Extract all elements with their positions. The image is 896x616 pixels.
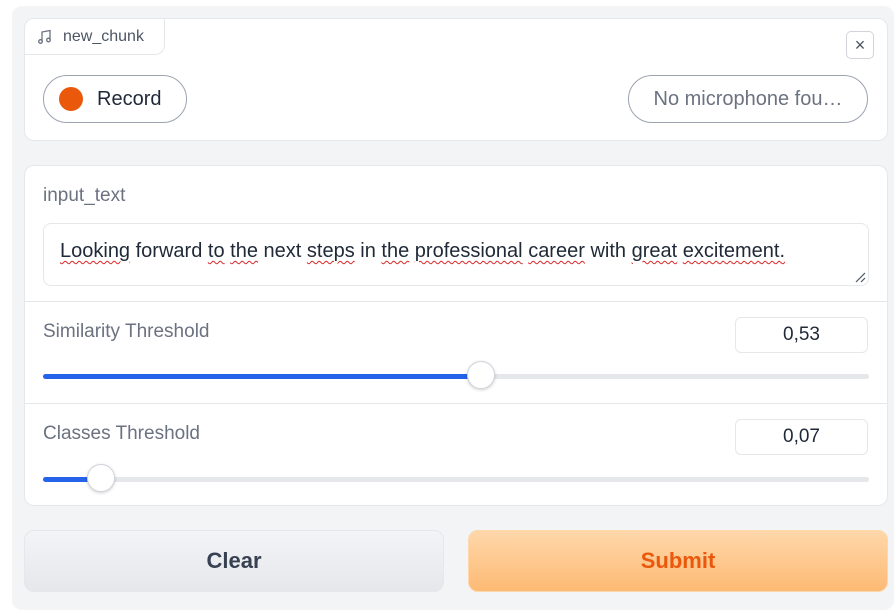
record-button[interactable]: Record (43, 75, 187, 123)
input-text-word: steps (306, 240, 355, 262)
input-text-value: Looking forward to the next steps in the… (60, 240, 785, 262)
input-text-word: with (590, 240, 627, 262)
divider (25, 403, 887, 404)
input-text-word: next (263, 240, 302, 262)
similarity-threshold-input[interactable]: 0,53 (735, 317, 868, 353)
input-text-word: Looking (60, 240, 131, 262)
classes-threshold-slider[interactable] (43, 464, 869, 492)
close-icon: × (854, 34, 866, 55)
divider (25, 301, 887, 302)
classes-slider-thumb[interactable] (86, 464, 115, 492)
submit-button[interactable]: Submit (468, 530, 888, 592)
record-label: Record (97, 87, 162, 110)
input-text-word: the (381, 240, 410, 262)
classes-threshold-label: Classes Threshold (43, 423, 201, 444)
input-text-word: the (230, 240, 258, 262)
form-panel: input_text Looking forward to the next s… (24, 165, 888, 506)
microphone-label: No microphone fou… (653, 87, 843, 110)
similarity-threshold-slider[interactable] (43, 361, 869, 389)
input-text-word: professional (414, 240, 523, 262)
classes-threshold-input[interactable]: 0,07 (735, 419, 868, 455)
similarity-slider-fill (43, 374, 481, 379)
input-text-word: forward (135, 240, 203, 262)
similarity-threshold-label: Similarity Threshold (43, 321, 210, 342)
input-text-field[interactable]: Looking forward to the next steps in the… (43, 223, 869, 286)
audio-input-panel: new_chunk × Record No microphone fou… (24, 18, 888, 141)
input-text-word: in (360, 240, 376, 262)
input-text-word: career (528, 240, 585, 262)
microphone-select[interactable]: No microphone fou… (628, 75, 868, 123)
input-text-word: to (207, 240, 225, 262)
clear-button[interactable]: Clear (24, 530, 444, 592)
close-button[interactable]: × (846, 31, 874, 59)
audio-label: new_chunk (63, 27, 144, 45)
audio-label-tab: new_chunk (25, 19, 165, 55)
input-text-word: excitement. (682, 240, 786, 262)
record-dot-icon (59, 87, 83, 111)
input-text-word: great (631, 240, 678, 262)
music-note-icon (38, 29, 51, 44)
resize-handle-icon[interactable] (854, 271, 866, 283)
input-text-label: input_text (43, 185, 126, 206)
similarity-slider-thumb[interactable] (466, 361, 495, 389)
